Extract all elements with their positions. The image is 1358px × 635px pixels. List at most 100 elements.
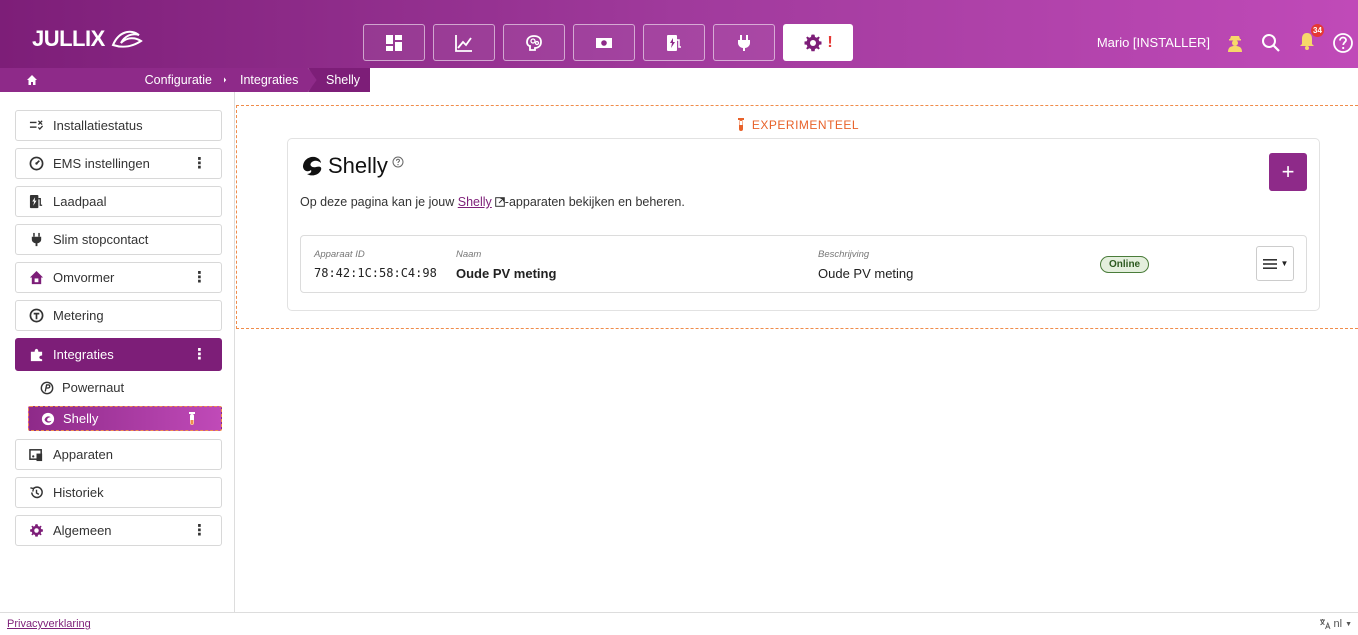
nav-dashboard-button[interactable]: [363, 24, 425, 61]
language-selector[interactable]: nl ▼: [1319, 618, 1352, 630]
sidebar-subitem-powernaut[interactable]: Powernaut: [28, 375, 222, 400]
device-id-label: Apparaat ID: [314, 249, 365, 260]
shelly-card: Shelly Op deze pagina kan je jouw Shelly…: [287, 138, 1320, 311]
nav-plug-button[interactable]: [713, 24, 775, 61]
device-id-value: 78:42:1C:58:C4:98: [314, 266, 437, 280]
caret-down-icon: ▼: [1280, 259, 1289, 268]
breadcrumb-home[interactable]: [0, 68, 142, 92]
description-text: -apparaten bekijken en beheren.: [504, 195, 685, 209]
device-row: Apparaat ID 78:42:1C:58:C4:98 Naam Oude …: [300, 235, 1307, 293]
sidebar-item-algemeen[interactable]: Algemeen ⋮: [15, 515, 222, 546]
user-area: Mario [INSTALLER] 34: [1097, 24, 1358, 55]
logo-swirl-icon: [111, 30, 143, 48]
integraties-more-icon[interactable]: ⋮: [192, 347, 207, 362]
help-icon[interactable]: [1332, 32, 1354, 54]
jullix-logo[interactable]: JULLIX: [32, 26, 145, 52]
device-name-label: Naam: [456, 249, 482, 260]
sidebar-item-label: Laadpaal: [53, 194, 107, 209]
caret-down-icon: ▼: [1345, 620, 1352, 628]
sidebar-item-label: Installatiestatus: [53, 118, 143, 133]
sidebar-item-integraties[interactable]: Integraties ⋮: [15, 338, 222, 371]
meter-icon: [29, 308, 44, 323]
breadcrumb-integraties[interactable]: Integraties: [216, 68, 318, 92]
sidebar-subitem-shelly[interactable]: Shelly: [28, 406, 222, 431]
page-title-text: Shelly: [328, 153, 388, 178]
nav-charger-button[interactable]: [643, 24, 705, 61]
gauge-icon: [29, 156, 44, 171]
sidebar-item-label: Algemeen: [53, 523, 112, 538]
add-device-button[interactable]: +: [1269, 153, 1307, 191]
sidebar-item-metering[interactable]: Metering: [15, 300, 222, 331]
ems-more-icon[interactable]: ⋮: [192, 156, 207, 171]
checklist-icon: [29, 120, 44, 131]
house-icon: [29, 270, 44, 285]
plug-icon: [31, 232, 42, 247]
notification-badge: 34: [1311, 24, 1324, 37]
shelly-logo-icon: [41, 412, 55, 425]
sidebar-item-historiek[interactable]: Historiek: [15, 477, 222, 508]
settings-alert-icon: !: [827, 33, 833, 51]
sidebar-item-label: Slim stopcontact: [53, 232, 149, 247]
nav-money-button[interactable]: [573, 24, 635, 61]
dashboard-icon: [386, 34, 402, 51]
sidebar-item-label: Powernaut: [62, 380, 125, 395]
sidebar-item-installatiestatus[interactable]: Installatiestatus: [15, 110, 222, 141]
external-link-icon[interactable]: [494, 197, 505, 207]
sidebar-item-label: EMS instellingen: [53, 156, 150, 171]
help-icon[interactable]: [392, 156, 404, 168]
brain-icon: [526, 34, 542, 51]
status-badge: Online: [1100, 256, 1150, 273]
algemeen-more-icon[interactable]: ⋮: [192, 523, 207, 538]
experimental-label: EXPERIMENTEEL: [237, 118, 1358, 132]
experimental-text: EXPERIMENTEEL: [751, 118, 860, 132]
sidebar-item-ems[interactable]: EMS instellingen ⋮: [15, 148, 222, 179]
search-icon[interactable]: [1260, 32, 1282, 54]
privacy-link[interactable]: Privacyverklaring: [7, 618, 91, 630]
footer: Privacyverklaring nl ▼: [0, 612, 1358, 635]
nav-settings-button[interactable]: !: [783, 24, 853, 61]
sidebar-item-label: Integraties: [53, 347, 114, 362]
top-bar: JULLIX ! Mario [INSTALLER] 34: [0, 0, 1358, 68]
ev-charger-icon: [29, 194, 43, 209]
sidebar-item-omvormer[interactable]: Omvormer ⋮: [15, 262, 222, 293]
translate-icon: [1319, 619, 1330, 630]
page-title: Shelly: [300, 153, 404, 179]
sidebar-item-laadpaal[interactable]: Laadpaal: [15, 186, 222, 217]
powernaut-icon: [40, 381, 54, 394]
device-description-value: Oude PV meting: [818, 266, 914, 281]
history-icon: [30, 486, 43, 499]
device-description-column: Beschrijving Oude PV meting: [818, 249, 913, 281]
sidebar: Installatiestatus EMS instellingen ⋮ Laa…: [0, 92, 235, 612]
nav-brain-button[interactable]: [503, 24, 565, 61]
shelly-logo-icon: [303, 156, 322, 176]
sidebar-item-label: Apparaten: [53, 447, 113, 462]
installer-user-icon[interactable]: [1224, 32, 1246, 54]
plug-icon: [738, 34, 750, 51]
device-actions-button[interactable]: ▼: [1256, 246, 1294, 281]
description-text: Op deze pagina kan je jouw: [300, 195, 458, 209]
logo-text: JULLIX: [32, 26, 105, 51]
notifications-button[interactable]: 34: [1296, 24, 1324, 55]
nav-chart-button[interactable]: [433, 24, 495, 61]
main-nav: !: [363, 24, 853, 61]
experimental-flask-icon: [189, 411, 195, 425]
sidebar-item-label: Omvormer: [53, 270, 115, 285]
device-name-column: Naam Oude PV meting: [456, 249, 556, 281]
page-description: Op deze pagina kan je jouw Shelly -appara…: [300, 195, 685, 209]
experimental-flask-icon: [737, 118, 744, 131]
sidebar-item-label: Shelly: [63, 411, 99, 426]
ev-charger-icon: [667, 34, 681, 51]
omvormer-more-icon[interactable]: ⋮: [192, 270, 207, 285]
puzzle-icon: [30, 348, 43, 362]
shelly-external-link[interactable]: Shelly: [458, 195, 492, 209]
language-label: nl: [1333, 618, 1343, 630]
sidebar-item-label: Metering: [53, 308, 104, 323]
hamburger-menu-icon: [1262, 258, 1277, 269]
home-icon: [27, 75, 37, 85]
breadcrumb-shelly: Shelly: [308, 68, 370, 92]
sidebar-item-label: Historiek: [53, 485, 104, 500]
sidebar-item-apparaten[interactable]: Apparaten: [15, 439, 222, 470]
sidebar-item-slim-stopcontact[interactable]: Slim stopcontact: [15, 224, 222, 255]
device-description-label: Beschrijving: [818, 249, 870, 260]
user-label[interactable]: Mario [INSTALLER]: [1097, 35, 1210, 50]
